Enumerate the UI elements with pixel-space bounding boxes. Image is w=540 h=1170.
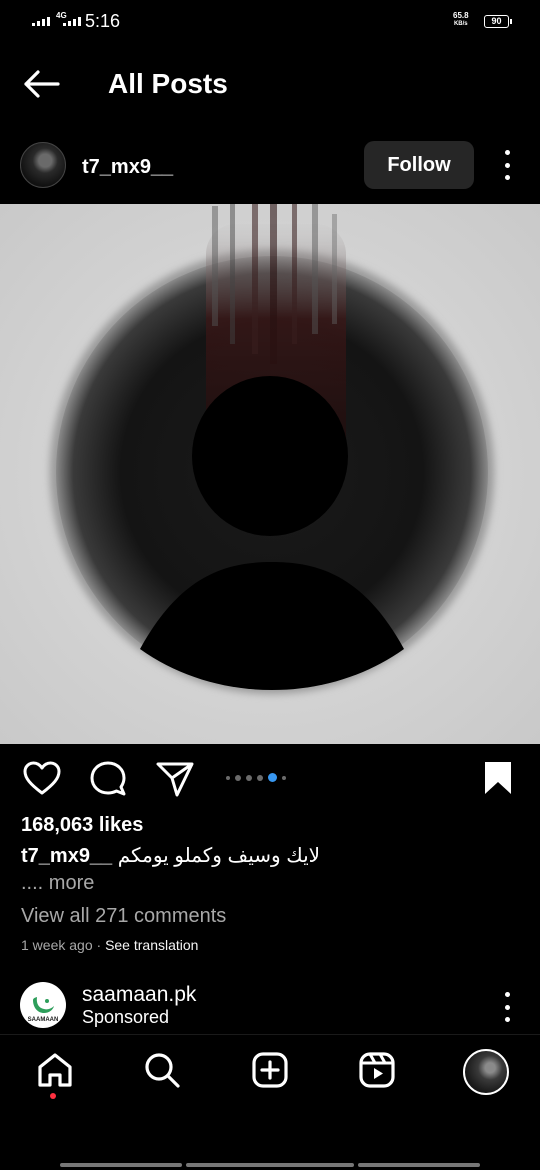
post-options-icon[interactable] — [497, 150, 517, 180]
notification-dot — [50, 1093, 56, 1099]
sponsor-name[interactable]: saamaan.pk — [82, 983, 196, 1007]
nav-profile-avatar[interactable] — [463, 1049, 509, 1095]
likes-count[interactable]: 168,063 likes — [21, 814, 143, 837]
battery-icon: 90 — [484, 15, 512, 28]
carousel-dot — [257, 774, 263, 781]
sponsored-post-header: SAAMAAN saamaan.pk Sponsored — [0, 980, 540, 1034]
create-icon — [252, 1052, 288, 1088]
carousel-dot — [246, 774, 252, 781]
caption-username[interactable]: t7_mx9__ — [21, 845, 112, 867]
bookmark-icon — [485, 762, 511, 794]
view-comments-link[interactable]: View all 271 comments — [21, 905, 226, 928]
post-time: 1 week ago — [21, 937, 93, 953]
home-icon — [38, 1053, 72, 1087]
post-meta: 1 week ago · See translation — [21, 937, 198, 953]
meta-separator: · — [92, 937, 106, 953]
gesture-bar-left — [60, 1163, 182, 1167]
post-actions — [0, 754, 540, 804]
sponsor-options-icon[interactable] — [497, 992, 517, 1022]
gesture-bar-right — [358, 1163, 480, 1167]
saamaan-logo-icon: SAAMAAN — [28, 997, 59, 1023]
send-icon — [156, 762, 194, 797]
post-header: t7_mx9__ Follow — [0, 140, 540, 190]
more-link[interactable]: .... more — [21, 872, 94, 895]
sponsor-logo[interactable]: SAAMAAN — [20, 982, 66, 1028]
arrow-left-icon — [24, 70, 60, 98]
save-button[interactable] — [482, 760, 514, 801]
heart-icon — [23, 761, 61, 795]
nav-create[interactable] — [251, 1051, 289, 1094]
author-username[interactable]: t7_mx9__ — [82, 156, 173, 179]
signal-icon — [32, 14, 50, 26]
author-avatar[interactable] — [20, 142, 66, 188]
nav-reels[interactable] — [358, 1051, 396, 1094]
post-image-artwork — [0, 204, 540, 744]
comment-button[interactable] — [88, 759, 128, 804]
nav-search[interactable] — [143, 1051, 181, 1094]
reels-icon — [359, 1052, 395, 1088]
network-speed: 65.8 KB/s — [453, 12, 469, 28]
see-translation-link[interactable]: See translation — [105, 937, 198, 953]
battery-level: 90 — [491, 16, 502, 26]
carousel-dot — [226, 775, 230, 780]
status-time: 5:16 — [85, 11, 121, 31]
carousel-dot — [235, 774, 241, 781]
bottom-nav — [0, 1034, 540, 1120]
top-header: All Posts — [0, 56, 540, 112]
carousel-indicator — [226, 773, 286, 782]
gesture-bar-center — [186, 1163, 354, 1167]
search-icon — [145, 1053, 180, 1088]
post-image[interactable] — [0, 204, 540, 744]
follow-button[interactable]: Follow — [364, 141, 474, 189]
post-caption: t7_mx9__ لايك وسيف وكملو يومكم — [21, 843, 320, 868]
carousel-dot — [282, 775, 286, 780]
speed-value: 65.8 — [453, 11, 469, 20]
page-title: All Posts — [108, 68, 228, 99]
like-button[interactable] — [22, 759, 62, 804]
caption-text: لايك وسيف وكملو يومكم — [117, 845, 321, 867]
comment-icon — [90, 761, 126, 796]
share-button[interactable] — [155, 759, 195, 804]
nav-home[interactable] — [36, 1051, 74, 1094]
sponsored-label: Sponsored — [82, 1007, 170, 1027]
sponsor-logo-text: SAAMAAN — [28, 1017, 59, 1023]
signal-icon-2 — [63, 14, 81, 26]
back-button[interactable] — [22, 68, 62, 100]
speed-unit: KB/s — [453, 21, 468, 27]
carousel-dot-active — [268, 773, 277, 782]
status-bar: 4G 5:16 65.8 KB/s 90 — [0, 0, 540, 44]
